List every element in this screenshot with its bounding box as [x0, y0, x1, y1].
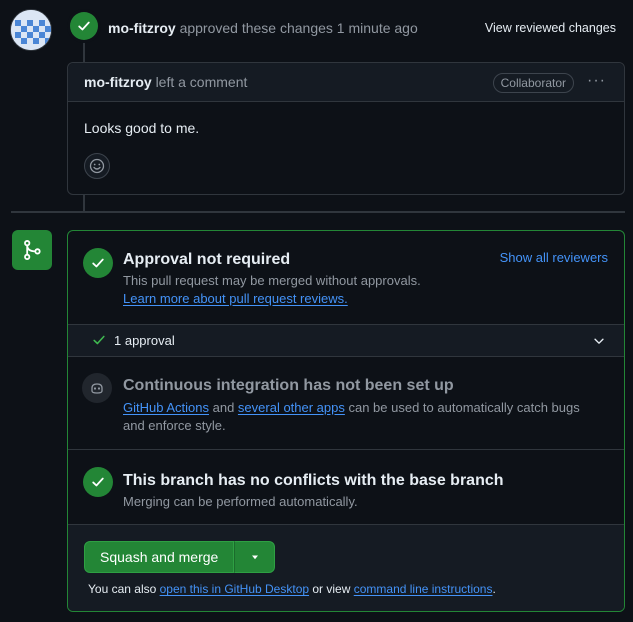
note-prefix: You can also: [88, 582, 160, 596]
conflicts-title: This branch has no conflicts with the ba…: [123, 472, 504, 489]
note-suffix: .: [492, 582, 496, 596]
merge-button-group: Squash and merge: [84, 541, 276, 573]
check-icon: [92, 477, 104, 487]
timeline-divider: [11, 211, 625, 213]
squash-and-merge-button[interactable]: Squash and merge: [84, 541, 235, 573]
approval-title: Approval not required: [123, 251, 291, 268]
approved-badge: [70, 12, 98, 40]
merge-method-dropdown-button[interactable]: [234, 541, 276, 573]
approval-section: Approval not required This pull request …: [68, 231, 624, 324]
merge-action-section: Squash and merge You can also open this …: [68, 525, 624, 611]
review-time[interactable]: 1 minute ago: [337, 20, 418, 36]
approval-status-circle: [83, 248, 113, 278]
comment-body: Looks good to me.: [84, 120, 200, 136]
triangle-down-icon: [251, 555, 258, 560]
approval-count: 1 approval: [114, 333, 175, 348]
conflicts-section: This branch has no conflicts with the ba…: [68, 450, 624, 525]
add-reaction-button[interactable]: [84, 153, 110, 179]
comment-author[interactable]: mo-fitzroy: [84, 74, 152, 90]
review-header: mo-fitzroy approved these changes 1 minu…: [108, 20, 418, 36]
open-in-desktop-link[interactable]: open this in GitHub Desktop: [160, 582, 309, 596]
ci-text-and: and: [209, 400, 238, 415]
approval-subtitle: This pull request may be merged without …: [123, 273, 421, 288]
merge-alternatives-note: You can also open this in GitHub Desktop…: [88, 582, 496, 596]
learn-more-line: Learn more about pull request reviews.: [123, 290, 348, 308]
comment-author-line: mo-fitzroy left a comment: [84, 74, 247, 90]
review-action: approved these changes: [179, 20, 333, 36]
other-apps-link[interactable]: several other apps: [238, 400, 345, 415]
merge-status-icon: [12, 230, 52, 270]
check-icon: [93, 335, 105, 345]
github-actions-link[interactable]: GitHub Actions: [123, 400, 209, 415]
collaborator-badge: Collaborator: [492, 73, 574, 93]
ci-description-line2: and enforce style.: [123, 418, 226, 433]
chevron-down-icon[interactable]: [592, 334, 606, 348]
conflicts-subtitle: Merging can be performed automatically.: [123, 494, 358, 509]
view-reviewed-changes-link[interactable]: View reviewed changes: [485, 21, 616, 35]
approvals-expander[interactable]: 1 approval: [68, 324, 624, 357]
ci-text-catch: can be used to automatically catch bugs: [344, 400, 580, 415]
check-icon: [92, 258, 104, 268]
ci-description: GitHub Actions and several other apps ca…: [123, 399, 580, 417]
learn-more-link[interactable]: Learn more about pull request reviews.: [123, 291, 348, 306]
git-merge-icon: [24, 240, 41, 260]
conflicts-status-circle: [83, 467, 113, 497]
command-line-instructions-link[interactable]: command line instructions: [354, 582, 493, 596]
ci-title: Continuous integration has not been set …: [123, 377, 454, 394]
note-mid: or view: [309, 582, 354, 596]
avatar[interactable]: [10, 9, 52, 51]
kebab-icon[interactable]: ···: [587, 72, 606, 90]
check-icon: [78, 21, 90, 31]
ci-section: Continuous integration has not been set …: [68, 357, 624, 450]
merge-box: Approval not required This pull request …: [67, 230, 625, 612]
avatar-identicon: [11, 10, 51, 50]
comment-header: mo-fitzroy left a comment Collaborator ·…: [68, 63, 624, 102]
comment-action: left a comment: [155, 74, 248, 90]
show-all-reviewers-link[interactable]: Show all reviewers: [500, 250, 608, 265]
review-comment: mo-fitzroy left a comment Collaborator ·…: [67, 62, 625, 195]
copilot-icon: [91, 383, 103, 394]
ci-status-circle: [82, 373, 112, 403]
smiley-icon: [89, 158, 105, 174]
reviewer-username[interactable]: mo-fitzroy: [108, 20, 176, 36]
